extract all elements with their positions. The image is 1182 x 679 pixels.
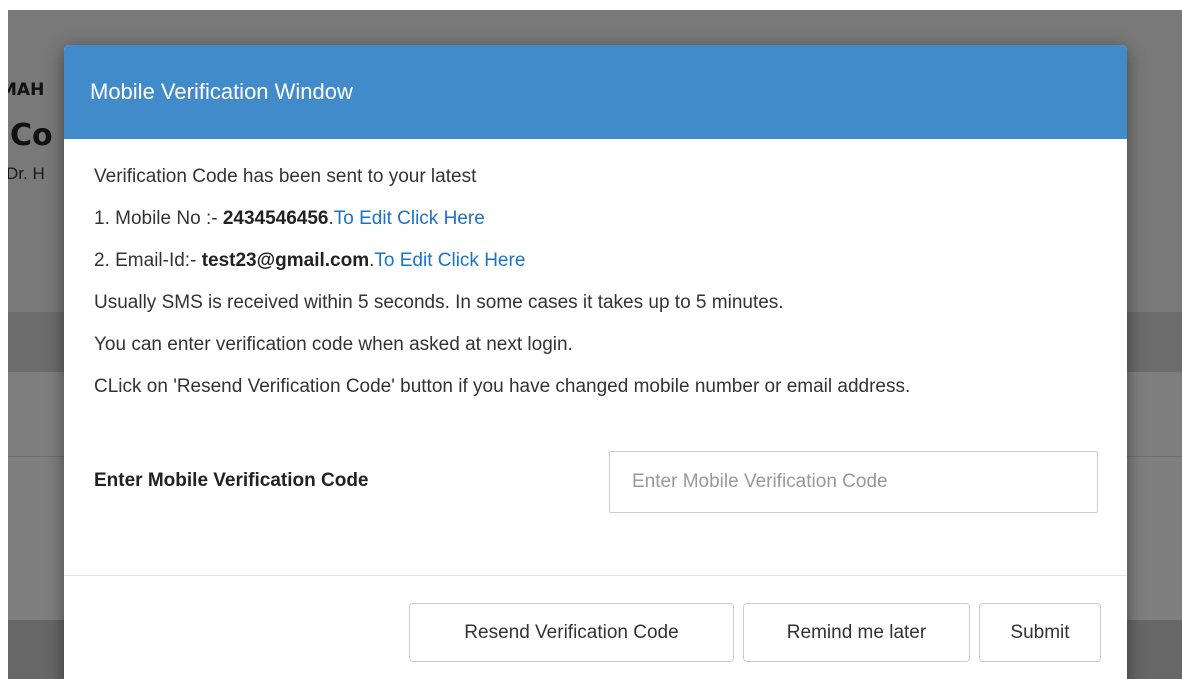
mobile-number: 2434546456 <box>222 208 329 229</box>
verification-code-row: Enter Mobile Verification Code <box>94 451 1099 513</box>
verification-code-label: Enter Mobile Verification Code <box>94 470 369 491</box>
resend-note: CLick on 'Resend Verification Code' butt… <box>94 376 911 397</box>
sms-note: Usually SMS is received within 5 seconds… <box>94 292 784 313</box>
email-line: 2. Email-Id:- test23@gmail.com.To Edit C… <box>94 247 1097 275</box>
remind-me-later-button[interactable]: Remind me later <box>743 603 970 662</box>
resend-verification-code-button[interactable]: Resend Verification Code <box>409 603 734 662</box>
mobile-verification-modal: Mobile Verification Window Verification … <box>64 45 1127 679</box>
verification-code-input[interactable] <box>609 451 1098 513</box>
modal-footer: Resend Verification Code Remind me later… <box>64 576 1127 679</box>
page-left-edge <box>0 0 8 679</box>
email-value: test23@gmail.com <box>201 250 370 271</box>
edit-email-link[interactable]: To Edit Click Here <box>374 250 525 271</box>
login-note: You can enter verification code when ask… <box>94 334 573 355</box>
mobile-prefix: 1. Mobile No :- <box>94 208 223 229</box>
modal-title: Mobile Verification Window <box>90 79 353 104</box>
edit-mobile-link[interactable]: To Edit Click Here <box>334 208 485 229</box>
submit-button[interactable]: Submit <box>979 603 1101 662</box>
modal-body: Verification Code has been sent to your … <box>64 139 1127 576</box>
email-prefix: 2. Email-Id:- <box>94 250 202 271</box>
mobile-line: 1. Mobile No :- 2434546456.To Edit Click… <box>94 205 1097 233</box>
intro-text: Verification Code has been sent to your … <box>94 166 477 187</box>
modal-header: Mobile Verification Window <box>64 45 1127 139</box>
page-top-edge <box>0 0 1182 10</box>
